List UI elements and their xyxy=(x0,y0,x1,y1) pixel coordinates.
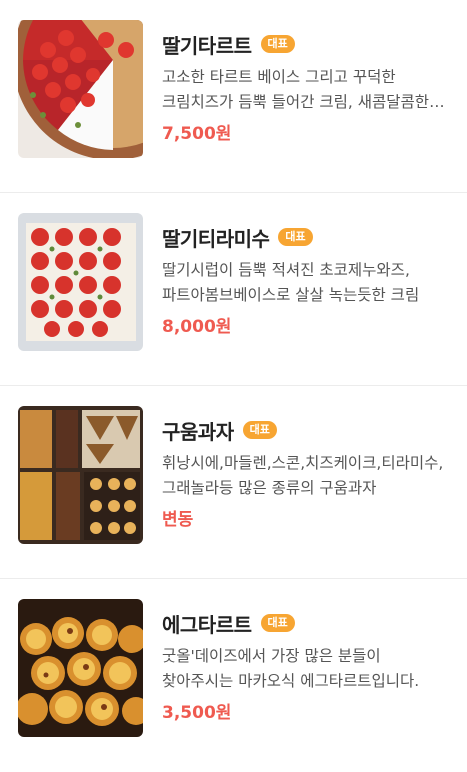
strawberry-tart-photo xyxy=(18,20,143,158)
menu-list: 딸기타르트 대표 고소한 타르트 베이스 그리고 꾸덕한 크림치즈가 듬뿍 들어… xyxy=(0,0,467,772)
menu-item-egg-tart[interactable]: 에그타르트 대표 굿올'데이즈에서 가장 많은 분들이 찾아주시는 마카오식 에… xyxy=(0,579,467,772)
item-price: 7,500원 xyxy=(162,124,232,144)
menu-item-strawberry-tart[interactable]: 딸기타르트 대표 고소한 타르트 베이스 그리고 꾸덕한 크림치즈가 듬뿍 들어… xyxy=(0,0,467,193)
item-title: 구움과자 xyxy=(162,419,234,444)
strawberry-tiramisu-photo xyxy=(18,213,143,351)
egg-tart-photo xyxy=(18,599,143,737)
item-description: 휘낭시에,마들렌,스콘,치즈케이크,티라미수,그래놀라등 많은 종류의 구움과자 xyxy=(162,454,444,497)
item-description: 딸기시럽이 듬뿍 적셔진 초코제누와즈, 파트아봄브베이스로 살살 녹는듯한 크… xyxy=(162,261,420,304)
item-description: 고소한 타르트 베이스 그리고 꾸덕한 크림치즈가 듬뿍 들어간 크림, 새콤달… xyxy=(162,68,430,111)
item-title: 에그타르트 xyxy=(162,612,252,637)
signature-badge: 대표 xyxy=(260,614,295,632)
signature-badge: 대표 xyxy=(278,228,313,246)
item-title: 딸기타르트 xyxy=(162,33,252,58)
item-price: 3,500원 xyxy=(162,703,232,723)
item-price: 8,000원 xyxy=(162,317,232,337)
menu-item-baked-goods[interactable]: 구움과자 대표 휘낭시에,마들렌,스콘,치즈케이크,티라미수,그래놀라등 많은 … xyxy=(0,386,467,579)
baked-goods-photo xyxy=(18,406,143,544)
item-title: 딸기티라미수 xyxy=(162,226,270,251)
signature-badge: 대표 xyxy=(242,421,277,439)
menu-item-strawberry-tiramisu[interactable]: 딸기티라미수 대표 딸기시럽이 듬뿍 적셔진 초코제누와즈, 파트아봄브베이스로… xyxy=(0,193,467,386)
item-price: 변동 xyxy=(162,510,194,530)
signature-badge: 대표 xyxy=(260,35,295,53)
item-description: 굿올'데이즈에서 가장 많은 분들이 찾아주시는 마카오식 에그타르트입니다. xyxy=(162,647,420,690)
